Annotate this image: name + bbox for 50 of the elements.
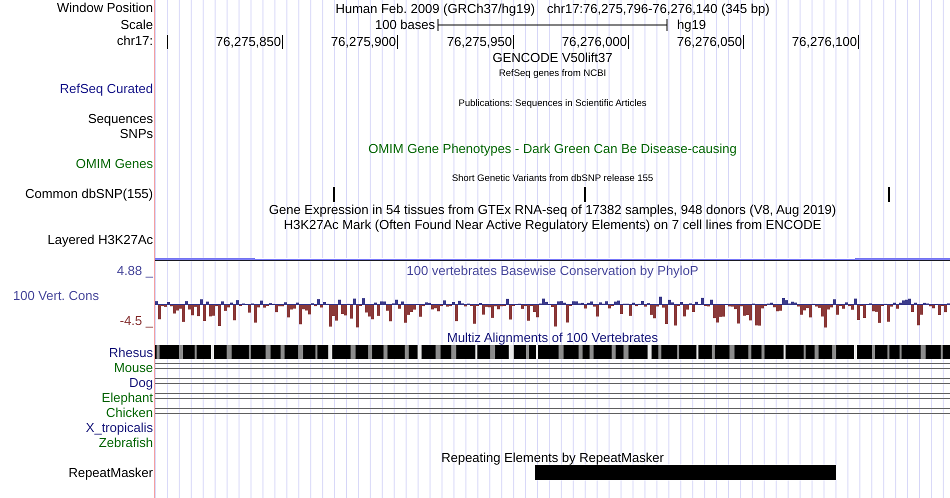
species-label: Zebrafish bbox=[98, 435, 154, 450]
species-label: Rhesus bbox=[108, 345, 154, 360]
track-title: RefSeq genes from NCBI bbox=[498, 67, 606, 81]
track-label: RefSeq Curated bbox=[60, 81, 154, 96]
scale-text: 100 bases bbox=[375, 17, 435, 33]
track-title: Multiz Alignments of 100 Vertebrates bbox=[446, 330, 658, 345]
ruler-label: 76,275,850 bbox=[216, 34, 281, 50]
snp-mark bbox=[888, 187, 890, 202]
track-label: SNPs bbox=[120, 126, 154, 141]
track-title: H3K27Ac Mark (Often Found Near Active Regulatory Elements) on 7 cell lines from ENCODE bbox=[284, 217, 822, 232]
row-label: Scale bbox=[120, 17, 154, 32]
ruler-label: 76,276,050 bbox=[676, 34, 742, 50]
species-label: X_tropicalis bbox=[86, 420, 154, 435]
ruler-label: 76,275,900 bbox=[330, 34, 396, 50]
snp-mark bbox=[333, 187, 335, 202]
track-label: Sequences bbox=[88, 111, 154, 126]
species-label: Dog bbox=[129, 375, 154, 390]
track-label: 100 Vert. Cons bbox=[12, 288, 100, 303]
row-label: Window Position bbox=[56, 0, 154, 15]
track-title: Short Genetic Variants from dbSNP release 155 bbox=[452, 172, 654, 186]
ruler-label: 76,276,100 bbox=[792, 34, 857, 50]
track-title: Gene Expression in 54 tissues from GTEx RNA-seq of 17382 samples, 948 donors (V8, Aug 2019) bbox=[268, 202, 836, 217]
species-label: Elephant bbox=[102, 390, 154, 405]
species-label: Mouse bbox=[114, 360, 154, 375]
track-title: Repeating Elements by RepeatMasker bbox=[441, 450, 664, 465]
scale-max: 4.88 _ bbox=[116, 263, 154, 278]
assembly-name: Human Feb. 2009 (GRCh37/hg19) bbox=[335, 0, 535, 17]
track-title: GENCODE V50lift37 bbox=[492, 50, 612, 65]
position-text: chr17:76,275,796-76,276,140 (345 bp) bbox=[546, 0, 770, 17]
tick-mark bbox=[167, 35, 168, 49]
scale-min: -4.5 _ bbox=[120, 313, 154, 328]
track-title: 100 vertebrates Basewise Conservation by PhyloP bbox=[406, 263, 698, 278]
species-label: Chicken bbox=[106, 405, 154, 420]
tick-mark bbox=[743, 35, 744, 49]
snp-mark bbox=[584, 187, 586, 202]
tick-mark bbox=[628, 35, 629, 49]
track-label: Common dbSNP(155) bbox=[25, 186, 154, 201]
track-label: OMIM Genes bbox=[76, 156, 154, 171]
tick-mark bbox=[282, 35, 283, 49]
ruler-label: 76,275,950 bbox=[446, 34, 512, 50]
tick-mark bbox=[513, 35, 514, 49]
track-label: Layered H3K27Ac bbox=[47, 232, 154, 247]
tick-mark bbox=[858, 35, 859, 49]
assembly-code: hg19 bbox=[677, 17, 706, 33]
row-label: chr17: bbox=[116, 33, 154, 48]
track-title: OMIM Gene Phenotypes - Dark Green Can Be Disease-causing bbox=[368, 141, 737, 156]
track-label: RepeatMasker bbox=[68, 465, 154, 480]
tick-mark bbox=[397, 35, 398, 49]
ruler-label: 76,276,000 bbox=[562, 34, 627, 50]
track-title: Publications: Sequences in Scientific Articles bbox=[458, 97, 646, 111]
